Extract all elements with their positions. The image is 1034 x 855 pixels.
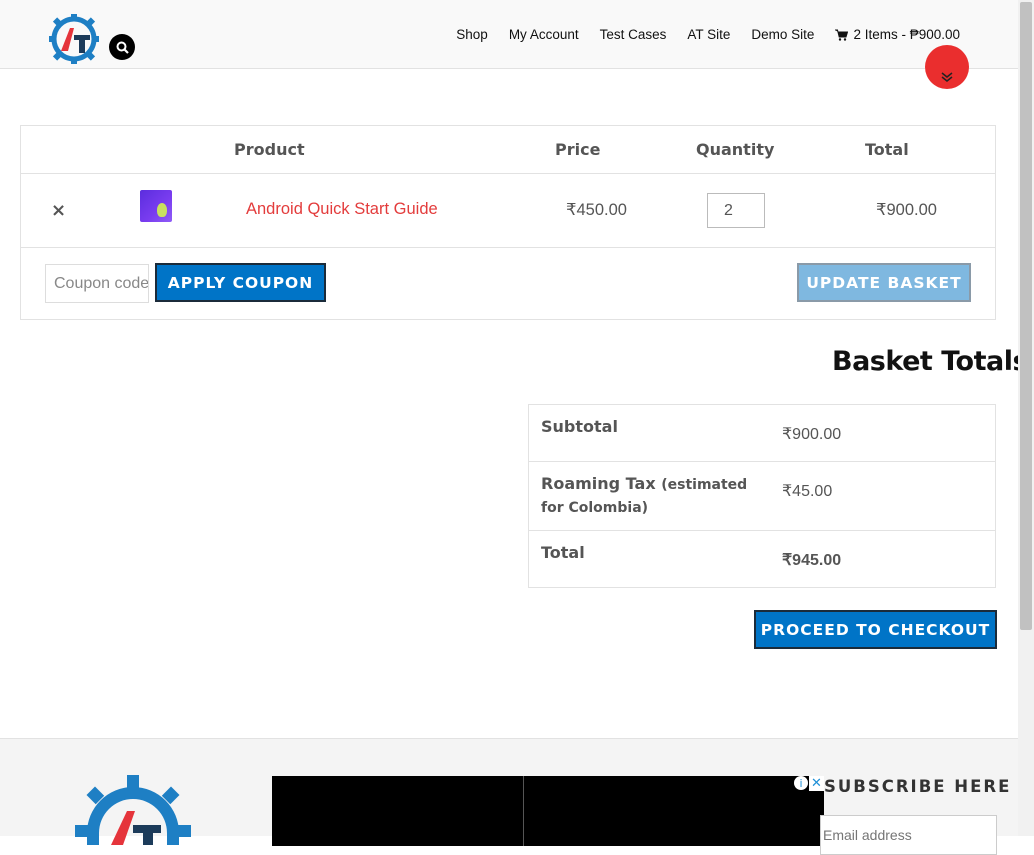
chevron-double-down-icon [941, 72, 953, 82]
product-thumbnail[interactable] [140, 190, 172, 222]
product-price: ₹450.00 [566, 201, 627, 219]
tax-note-line2: for Colombia) [541, 500, 649, 516]
search-icon [116, 41, 129, 54]
subtotal-value: ₹900.00 [782, 426, 842, 443]
proceed-to-checkout-button[interactable]: PROCEED TO CHECKOUT [754, 610, 997, 649]
nav-cart[interactable]: 2 Items - ₱900.00 [835, 27, 960, 42]
tax-label: Roaming Tax (estimated [541, 474, 747, 493]
site-logo[interactable] [48, 13, 100, 65]
site-header: Shop My Account Test Cases AT Site Demo … [0, 0, 1018, 69]
total-label: Total [541, 543, 585, 562]
column-quantity: Quantity [696, 140, 775, 159]
tax-note-line1: (estimated [661, 477, 748, 493]
scroll-down-button[interactable] [925, 45, 969, 89]
basket-totals-heading: Basket Totals [832, 346, 1029, 377]
subtotal-row: Subtotal ₹900.00 [529, 405, 995, 462]
site-footer: i ✕ SUBSCRIBE HERE [0, 738, 1018, 855]
scrollbar-thumb[interactable] [1020, 2, 1032, 630]
cart-item-row: × Android Quick Start Guide ₹450.00 ₹900… [21, 174, 995, 248]
subscribe-heading: SUBSCRIBE HERE [824, 777, 1012, 796]
ad-close-icon[interactable]: ✕ [809, 776, 824, 791]
cart-table: Product Price Quantity Total × Android Q… [20, 125, 996, 320]
coupon-code-input[interactable] [45, 264, 149, 303]
tax-label-text: Roaming Tax [541, 474, 656, 493]
order-total-row: Total ₹945.00 [529, 531, 995, 587]
product-subtotal: ₹900.00 [876, 201, 937, 219]
update-basket-button[interactable]: UPDATE BASKET [797, 263, 971, 302]
nav-test-cases[interactable]: Test Cases [600, 27, 667, 42]
nav-at-site[interactable]: AT Site [687, 27, 730, 42]
product-name-link[interactable]: Android Quick Start Guide [246, 200, 438, 219]
cart-summary: 2 Items - ₱900.00 [853, 27, 960, 42]
apply-coupon-button[interactable]: APPLY COUPON [155, 263, 326, 302]
nav-demo-site[interactable]: Demo Site [751, 27, 814, 42]
column-product: Product [234, 140, 305, 159]
total-value: ₹945.00 [782, 552, 842, 569]
main-nav: Shop My Account Test Cases AT Site Demo … [456, 27, 960, 42]
cart-actions-row: APPLY COUPON UPDATE BASKET [21, 248, 995, 319]
column-total: Total [865, 140, 909, 159]
nav-shop[interactable]: Shop [456, 27, 488, 42]
subtotal-label: Subtotal [541, 417, 618, 436]
cart-icon [835, 29, 849, 41]
page-scrollbar[interactable] [1018, 0, 1034, 836]
tax-row: Roaming Tax (estimated for Colombia) ₹45… [529, 462, 995, 531]
footer-logo[interactable] [75, 775, 191, 845]
cart-table-header: Product Price Quantity Total [21, 126, 995, 174]
email-field[interactable] [820, 815, 997, 855]
remove-item-button[interactable]: × [51, 200, 66, 221]
basket-totals-table: Subtotal ₹900.00 Roaming Tax (estimated … [528, 404, 996, 588]
quantity-input[interactable] [707, 193, 765, 228]
ad-info-icon[interactable]: i [794, 776, 808, 790]
search-button[interactable] [109, 34, 135, 60]
tax-value: ₹45.00 [782, 483, 833, 500]
column-price: Price [555, 140, 601, 159]
nav-my-account[interactable]: My Account [509, 27, 579, 42]
